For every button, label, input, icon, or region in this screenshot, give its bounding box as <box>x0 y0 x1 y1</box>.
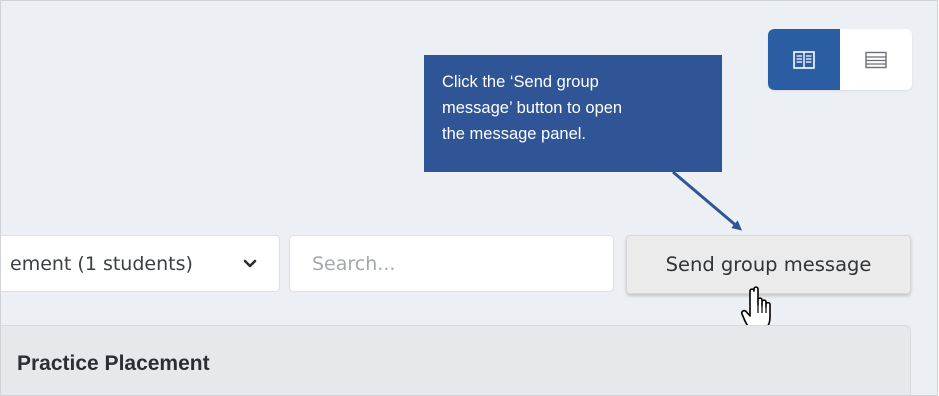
view-toggle <box>768 29 912 90</box>
card-view-button[interactable] <box>768 29 840 90</box>
search-input[interactable] <box>289 235 614 292</box>
tutorial-callout: Click the ‘Send group message’ button to… <box>424 55 722 172</box>
chevron-down-icon <box>235 259 265 269</box>
placement-panel: Practice Placement <box>1 325 911 395</box>
panel-title: Practice Placement <box>17 352 210 375</box>
list-view-icon <box>865 51 887 68</box>
group-select[interactable]: ement (1 students) <box>1 235 280 292</box>
group-select-value: ement (1 students) <box>10 252 193 275</box>
main-frame: Click the ‘Send group message’ button to… <box>0 0 938 396</box>
list-view-button[interactable] <box>840 29 912 90</box>
card-view-icon <box>793 50 815 69</box>
